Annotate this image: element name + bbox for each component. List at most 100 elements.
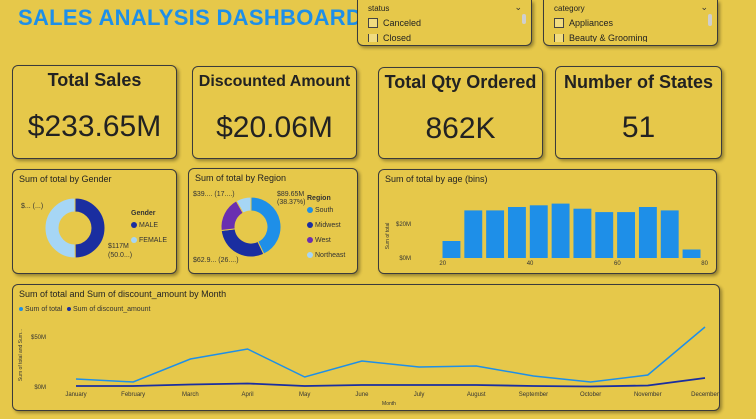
- x-tick-label: November: [634, 392, 662, 398]
- scrollbar[interactable]: [522, 14, 526, 24]
- y-axis-label: Sum of total: [385, 223, 391, 250]
- chevron-down-icon[interactable]: ⌄: [700, 2, 708, 13]
- kpi-label: Total Qty Ordered: [384, 72, 537, 92]
- legend-item-female[interactable]: FEMALE: [131, 237, 167, 244]
- age-bar: [486, 210, 505, 258]
- status-option-label: Canceled: [383, 18, 422, 28]
- x-tick-label: December: [691, 392, 719, 398]
- legend-item-midwest[interactable]: Midwest: [307, 222, 341, 229]
- x-axis-label: Month: [382, 401, 396, 407]
- region-chart-card[interactable]: Sum of total by Region $39.... (17....) …: [188, 168, 358, 274]
- x-tick-label: 40: [527, 261, 534, 267]
- checkbox-icon[interactable]: [554, 34, 564, 42]
- status-option-canceled[interactable]: Canceled: [368, 18, 421, 28]
- kpi-value: 862K: [425, 112, 496, 145]
- checkbox-icon[interactable]: [554, 18, 564, 28]
- kpi-label: Number of States: [563, 72, 714, 92]
- x-tick-label: 80: [701, 261, 708, 267]
- y-axis-label: Sum of total and Sum...: [18, 329, 24, 381]
- status-option-label: Closed: [383, 34, 412, 42]
- age-chart-card[interactable]: Sum of total by age (bins) Sum of total …: [378, 169, 717, 274]
- age-bar: [442, 241, 461, 258]
- month-chart-card[interactable]: Sum of total and Sum of discount_amount …: [12, 284, 720, 411]
- data-label: $... (...): [21, 203, 44, 210]
- kpi-discounted-amount: Discounted Amount $20.06M: [192, 66, 357, 159]
- y-tick-label: $50M: [31, 335, 46, 341]
- scrollbar[interactable]: [708, 14, 712, 26]
- checkbox-icon[interactable]: [368, 34, 378, 42]
- x-tick-label: 20: [439, 261, 446, 267]
- age-bar: [529, 205, 548, 258]
- age-bar: [573, 208, 592, 258]
- data-label: $39.... (17....): [193, 191, 235, 198]
- chevron-down-icon[interactable]: ⌄: [514, 2, 522, 13]
- category-slicer-label: category: [554, 4, 585, 13]
- x-tick-label: January: [65, 392, 86, 398]
- age-bar: [464, 210, 483, 258]
- status-option-closed[interactable]: Closed: [368, 34, 411, 42]
- legend-label: Northeast: [315, 252, 346, 259]
- category-slicer[interactable]: category ⌄ Appliances Beauty & Grooming: [543, 0, 718, 46]
- legend-label: West: [315, 237, 331, 244]
- legend-dot: [131, 222, 137, 229]
- y-tick-label: $20M: [396, 222, 411, 228]
- legend-dot: [307, 252, 313, 259]
- data-label: $89.65M (38.37%): [277, 191, 306, 206]
- age-bar: [682, 249, 701, 258]
- x-tick-label: May: [299, 392, 310, 398]
- legend-label: South: [315, 207, 334, 214]
- x-tick-label: February: [121, 392, 145, 398]
- kpi-total-qty: Total Qty Ordered 862K: [378, 67, 543, 159]
- legend-item-northeast[interactable]: Northeast: [307, 252, 345, 259]
- x-tick-label: June: [355, 392, 369, 398]
- legend-dot: [307, 207, 313, 214]
- y-tick-label: $0M: [399, 256, 411, 262]
- age-bar-chart[interactable]: Sum of total 20 40 60 80 $0M $20M: [379, 170, 716, 273]
- status-slicer-label: status: [368, 4, 390, 13]
- kpi-value: $233.65M: [27, 110, 162, 143]
- age-bar: [638, 207, 657, 258]
- x-tick-label: September: [519, 392, 548, 398]
- kpi-label: Total Sales: [47, 70, 142, 90]
- category-option-appliances[interactable]: Appliances: [554, 18, 613, 28]
- legend-label: MALE: [139, 222, 159, 229]
- dashboard-title: SALES ANALYSIS DASHBOARD: [18, 5, 363, 30]
- age-bar: [660, 210, 679, 258]
- age-bar: [551, 203, 570, 258]
- x-tick-label: April: [242, 392, 254, 398]
- age-bar: [507, 207, 526, 258]
- y-tick-label: $0M: [34, 385, 46, 391]
- category-option-beauty[interactable]: Beauty & Grooming: [554, 34, 648, 42]
- legend-item-male[interactable]: MALE: [131, 222, 158, 229]
- kpi-value: $20.06M: [216, 111, 333, 144]
- status-slicer[interactable]: status ⌄ Canceled Closed: [357, 0, 532, 46]
- category-option-label: Beauty & Grooming: [569, 34, 648, 42]
- age-bar: [595, 212, 614, 258]
- data-label: $117M (50.0...): [108, 243, 133, 259]
- kpi-number-of-states: Number of States 51: [555, 66, 722, 159]
- series-line: [75, 326, 706, 383]
- legend-title: Gender: [131, 210, 156, 217]
- legend-item-west[interactable]: West: [307, 237, 331, 244]
- legend-item-south[interactable]: South: [307, 207, 333, 214]
- kpi-value: 51: [621, 111, 656, 144]
- month-line-chart[interactable]: Sum of total and Sum... Month January Feb…: [13, 285, 719, 410]
- legend-dot: [307, 237, 313, 244]
- x-tick-label: August: [467, 392, 486, 398]
- legend-title: Region: [307, 195, 331, 202]
- checkbox-icon[interactable]: [368, 18, 378, 28]
- donut-slice: [74, 197, 106, 259]
- x-tick-label: October: [580, 392, 601, 398]
- legend-dot: [131, 237, 137, 244]
- x-tick-label: 60: [614, 261, 621, 267]
- donut-slice: [44, 197, 76, 259]
- x-tick-label: July: [414, 392, 425, 398]
- legend-label: FEMALE: [139, 237, 168, 244]
- age-bar: [617, 212, 636, 258]
- category-option-label: Appliances: [569, 18, 614, 28]
- data-label: $62.9... (26....): [193, 257, 239, 264]
- legend-label: Midwest: [315, 222, 341, 229]
- kpi-label: Discounted Amount: [198, 73, 351, 90]
- gender-chart-card[interactable]: Sum of total by Gender $... (...) $117M …: [12, 169, 177, 274]
- x-tick-label: March: [182, 392, 199, 398]
